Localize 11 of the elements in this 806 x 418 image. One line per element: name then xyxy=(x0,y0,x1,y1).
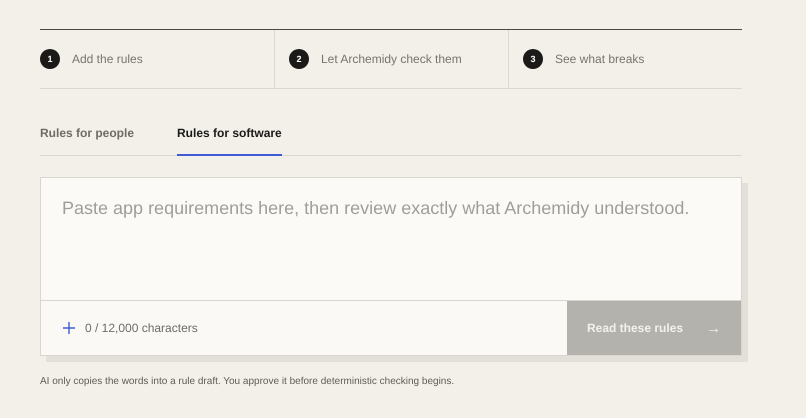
step-label: See what breaks xyxy=(555,52,644,66)
disclaimer-text: AI only copies the words into a rule draft. You approve it before deterministic checking begins. xyxy=(40,376,456,387)
step-number-badge: 2 xyxy=(289,49,309,69)
step-number-badge: 3 xyxy=(523,49,543,69)
plus-icon[interactable] xyxy=(63,322,75,334)
tab[interactable]: Rules for software xyxy=(177,126,282,156)
character-counter: 0 / 12,000 characters xyxy=(85,321,199,335)
step-label: Let Archemidy check them xyxy=(321,52,462,66)
step-label: Add the rules xyxy=(72,52,143,66)
tab[interactable]: Rules for people xyxy=(40,126,134,156)
step-number-badge: 1 xyxy=(40,49,60,69)
